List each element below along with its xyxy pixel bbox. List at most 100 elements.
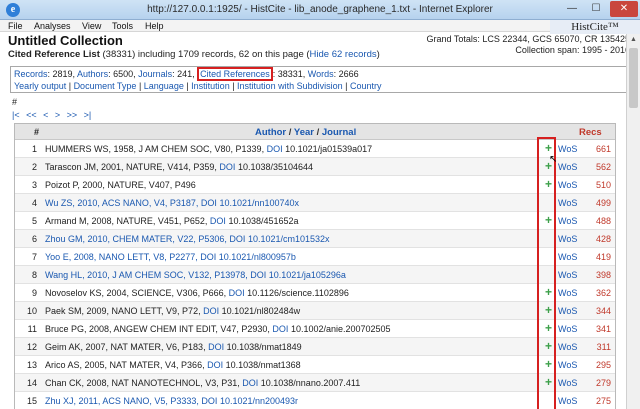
- journals-value: : 241,: [172, 69, 198, 79]
- records-link[interactable]: Records: [14, 69, 48, 79]
- institution-link[interactable]: Institution: [191, 81, 230, 91]
- add-record-icon[interactable]: +: [543, 358, 554, 370]
- row-number: 7: [31, 252, 37, 262]
- reference-cell: Zhu XJ, 2011, ACS NANO, V5, P3333, DOI 1…: [45, 396, 298, 406]
- list-summary: Cited Reference List (38331) including 1…: [8, 49, 380, 60]
- reference-cell: Yoo E, 2008, NANO LETT, V8, P2277, DOI 1…: [45, 252, 296, 262]
- menu-help[interactable]: Help: [145, 20, 164, 32]
- row-number: 6: [31, 234, 37, 244]
- document-type-link[interactable]: Document Type: [74, 81, 137, 91]
- reference-text: Paek SM, 2009, NANO LETT, V9, P72,: [45, 306, 204, 316]
- add-record-icon[interactable]: +: [543, 142, 554, 154]
- reference-text[interactable]: Zhou GM, 2010, CHEM MATER, V22, P5306,: [45, 234, 229, 244]
- recs-count: 311: [596, 342, 611, 352]
- words-value: : 2666: [333, 69, 359, 79]
- reference-text[interactable]: Yoo E, 2008, NANO LETT, V8, P2277,: [45, 252, 200, 262]
- histcite-logo: HistCite™: [550, 20, 640, 34]
- reference-text: Chan CK, 2008, NAT NANOTECHNOL, V3, P31,: [45, 378, 243, 388]
- institution-subdivision-link[interactable]: Institution with Subdivision: [237, 81, 343, 91]
- maximize-button[interactable]: ☐: [584, 1, 608, 17]
- cited-references-link[interactable]: Cited References: [197, 67, 273, 81]
- stats-line: Records: 2819, Authors: 6500, Journals: …: [14, 67, 359, 81]
- doi-value: 10.1021/ja105296a: [266, 270, 346, 280]
- row-number: 10: [26, 306, 37, 316]
- records-value: : 2819,: [47, 69, 78, 79]
- table-row: 11 Bruce PG, 2008, ANGEW CHEM INT EDIT, V…: [15, 320, 615, 338]
- add-record-icon[interactable]: +: [543, 376, 554, 388]
- row-number: 9: [31, 288, 37, 298]
- stats-box: Records: 2819, Authors: 6500, Journals: …: [10, 66, 630, 93]
- doi-link[interactable]: DOI: [242, 378, 258, 388]
- menu-view[interactable]: View: [82, 20, 101, 32]
- sort-recs[interactable]: Recs: [579, 127, 602, 138]
- doi-link[interactable]: DOI: [207, 360, 223, 370]
- words-link[interactable]: Words: [308, 69, 334, 79]
- reference-text[interactable]: Zhu XJ, 2011, ACS NANO, V5, P3333,: [45, 396, 201, 406]
- doi-link[interactable]: DOI: [203, 306, 219, 316]
- header-separator: /: [286, 127, 294, 138]
- sort-author[interactable]: Author: [255, 127, 286, 138]
- sort-year[interactable]: Year: [294, 127, 314, 138]
- add-record-icon[interactable]: +: [543, 214, 554, 226]
- reference-text: Armand M, 2008, NATURE, V451, P652,: [45, 216, 210, 226]
- doi-value: 10.1002/anie.200702505: [288, 324, 391, 334]
- add-record-icon[interactable]: +: [543, 178, 554, 190]
- table-row: 13 Arico AS, 2005, NAT MATER, V4, P366, D…: [15, 356, 615, 374]
- recs-count: 341: [595, 324, 611, 334]
- doi-link[interactable]: DOI: [267, 144, 283, 154]
- sort-journal[interactable]: Journal: [322, 127, 356, 138]
- doi-link[interactable]: DOI: [229, 288, 245, 298]
- add-record-icon[interactable]: +: [543, 340, 554, 352]
- grand-totals-line: Grand Totals: LCS 22344, GCS 65070, CR 1…: [426, 34, 630, 44]
- scroll-thumb[interactable]: [629, 48, 638, 108]
- list-count: (38331) including 1709 records, 62 on th…: [102, 49, 310, 60]
- pager[interactable]: |< << < > >> >|: [12, 110, 91, 120]
- reference-cell: Wu ZS, 2010, ACS NANO, V4, P3187, DOI 10…: [45, 198, 299, 208]
- menu-file[interactable]: File: [8, 20, 23, 32]
- authors-link[interactable]: Authors: [77, 69, 108, 79]
- doi-link[interactable]: DOI: [208, 342, 224, 352]
- doi-link[interactable]: DOI: [229, 234, 245, 244]
- minimize-button[interactable]: —: [560, 1, 584, 17]
- journals-link[interactable]: Journals: [138, 69, 172, 79]
- reference-text[interactable]: Wu ZS, 2010, ACS NANO, V4, P3187,: [45, 198, 201, 208]
- country-link[interactable]: Country: [350, 81, 382, 91]
- mouse-cursor-icon: ↖: [549, 154, 558, 165]
- doi-link[interactable]: DOI: [200, 252, 216, 262]
- add-record-icon[interactable]: +: [543, 322, 554, 334]
- doi-link[interactable]: DOI: [250, 270, 266, 280]
- hide-records-link[interactable]: Hide 62 records: [310, 49, 377, 60]
- recs-count: 295: [595, 360, 611, 370]
- close-button[interactable]: ✕: [610, 1, 638, 17]
- column-reference-header: Author / Year / Journal: [255, 127, 356, 138]
- reference-text: Poizot P, 2000, NATURE, V407, P496: [45, 180, 196, 190]
- row-number: 1: [31, 144, 37, 154]
- menu-analyses[interactable]: Analyses: [34, 20, 71, 32]
- reference-text[interactable]: Wang HL, 2010, J AM CHEM SOC, V132, P139…: [45, 270, 250, 280]
- doi-link[interactable]: DOI: [272, 324, 288, 334]
- analysis-links: Yearly output | Document Type | Language…: [14, 81, 381, 91]
- doi-value: 10.1038/451652a: [225, 216, 299, 226]
- reference-cell: Wang HL, 2010, J AM CHEM SOC, V132, P139…: [45, 270, 346, 280]
- doi-link[interactable]: DOI: [201, 198, 217, 208]
- reference-cell: Tarascon JM, 2001, NATURE, V414, P359, D…: [45, 162, 313, 172]
- recs-count: 499: [595, 198, 611, 208]
- language-link[interactable]: Language: [144, 81, 184, 91]
- table-row: 1 HUMMERS WS, 1958, J AM CHEM SOC, V80, P…: [15, 140, 615, 158]
- recs-count: 661: [595, 144, 611, 154]
- separator: |: [136, 81, 144, 91]
- scroll-up-icon[interactable]: ▲: [627, 34, 640, 46]
- doi-value: 10.1021/nl800957b: [216, 252, 296, 262]
- doi-value: 10.1021/cm101532x: [245, 234, 330, 244]
- doi-link[interactable]: DOI: [210, 216, 226, 226]
- yearly-output-link[interactable]: Yearly output: [14, 81, 66, 91]
- vertical-scrollbar[interactable]: ▲: [626, 34, 640, 409]
- row-number: 5: [31, 216, 37, 226]
- reference-text: Arico AS, 2005, NAT MATER, V4, P366,: [45, 360, 208, 370]
- doi-value: 10.1126/science.1102896: [244, 288, 349, 298]
- add-record-icon[interactable]: +: [543, 286, 554, 298]
- add-record-icon[interactable]: +: [543, 304, 554, 316]
- doi-link[interactable]: DOI: [201, 396, 217, 406]
- menu-tools[interactable]: Tools: [112, 20, 133, 32]
- doi-link[interactable]: DOI: [219, 162, 235, 172]
